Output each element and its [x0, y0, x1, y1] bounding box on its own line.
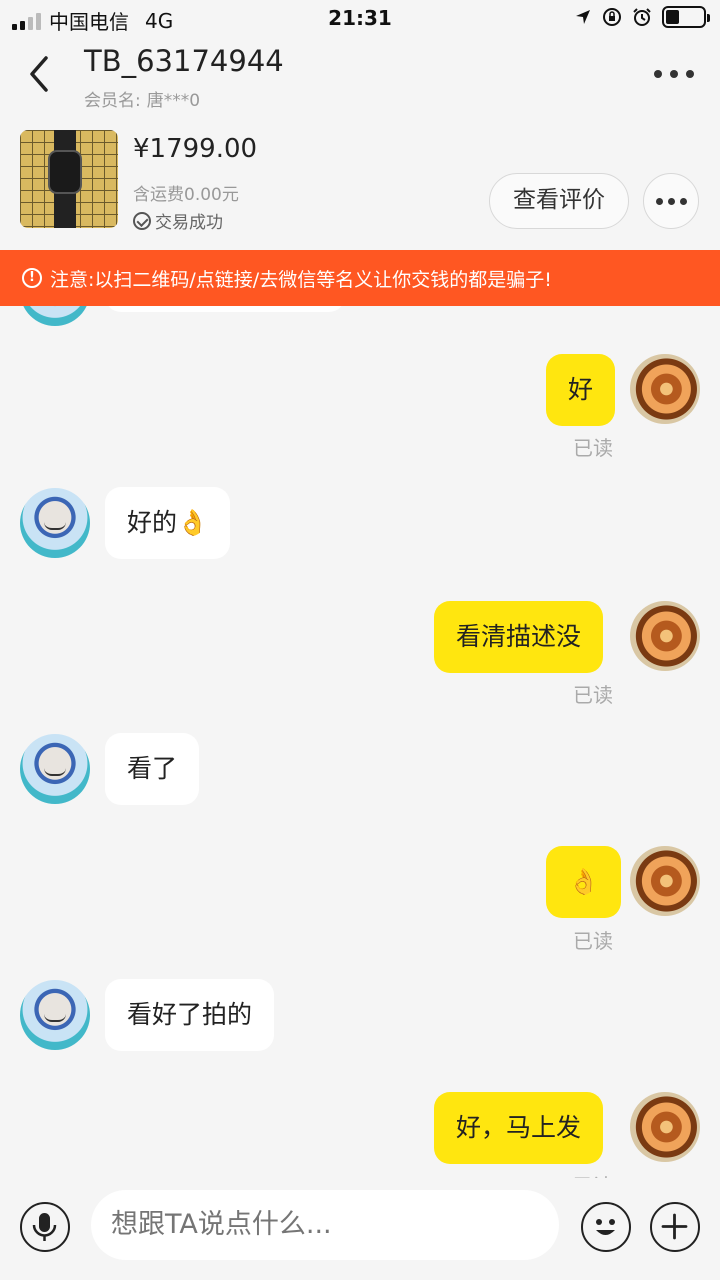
message-bubble-partial	[105, 306, 345, 312]
message-bubble[interactable]: 好，马上发	[434, 1092, 604, 1164]
read-receipt: 已读	[573, 436, 613, 460]
battery-icon	[662, 6, 710, 28]
alarm-icon	[633, 8, 651, 26]
read-receipt: 已读	[573, 683, 613, 707]
member-name: 唐***0	[146, 91, 201, 111]
message-bubble[interactable]: 看好了拍的	[105, 979, 275, 1051]
fraud-warning-banner: ! 注意:以扫二维码/点链接/去微信等名义让你交钱的都是骗子!	[0, 250, 720, 306]
avatar[interactable]	[20, 306, 90, 326]
warning-icon: !	[22, 268, 42, 288]
shipping-fee: 含运费0.00元	[133, 185, 239, 205]
message-bubble[interactable]: 好的👌	[105, 487, 231, 559]
avatar[interactable]	[630, 354, 700, 424]
product-price: ¥1799.00	[133, 134, 258, 164]
microphone-icon[interactable]	[20, 1202, 70, 1252]
warning-text: 注意:以扫二维码/点链接/去微信等名义让你交钱的都是骗子!	[50, 268, 552, 291]
product-more-button[interactable]	[643, 173, 699, 229]
product-thumbnail[interactable]	[20, 130, 118, 228]
message-input[interactable]	[91, 1190, 559, 1260]
plus-icon[interactable]	[650, 1202, 700, 1252]
view-review-button[interactable]: 查看评价	[489, 173, 629, 229]
avatar[interactable]	[630, 1092, 700, 1162]
read-receipt: 已读	[573, 1170, 613, 1178]
avatar[interactable]	[20, 488, 90, 558]
message-bubble[interactable]: 👌	[546, 846, 622, 918]
avatar[interactable]	[630, 846, 700, 916]
check-circle-icon	[133, 211, 151, 230]
location-icon	[576, 10, 590, 24]
avatar[interactable]	[20, 980, 90, 1050]
product-card: ¥1799.00 含运费0.00元 交易成功 查看评价	[0, 118, 720, 250]
message-bubble[interactable]: 好	[546, 354, 616, 426]
back-chevron-left-icon[interactable]	[20, 50, 60, 98]
member-info: 会员名: 唐***0	[84, 86, 200, 111]
avatar[interactable]	[20, 734, 90, 804]
emoji-icon[interactable]	[581, 1202, 631, 1252]
rotation-lock-icon	[603, 8, 621, 26]
status-bar: 中国电信 4G 21:31	[0, 0, 720, 38]
chat-header: TB_63174944 会员名: 唐***0	[0, 38, 720, 118]
trade-status-label: 交易成功	[155, 213, 223, 233]
trade-status: 交易成功	[133, 208, 223, 233]
more-icon[interactable]	[654, 64, 694, 84]
member-label: 会员名:	[84, 91, 141, 111]
message-bubble[interactable]: 看了	[105, 733, 200, 805]
chat-title: TB_63174944	[84, 44, 284, 78]
read-receipt: 已读	[573, 929, 613, 953]
message-bubble[interactable]: 看清描述没	[434, 601, 604, 673]
avatar[interactable]	[630, 601, 700, 671]
chat-list[interactable]: 好 已读 好的👌 看清描述没 已读 看了 👌 已读 看好了拍的 好，马上发 已读	[0, 306, 720, 1178]
input-bar	[0, 1178, 720, 1280]
